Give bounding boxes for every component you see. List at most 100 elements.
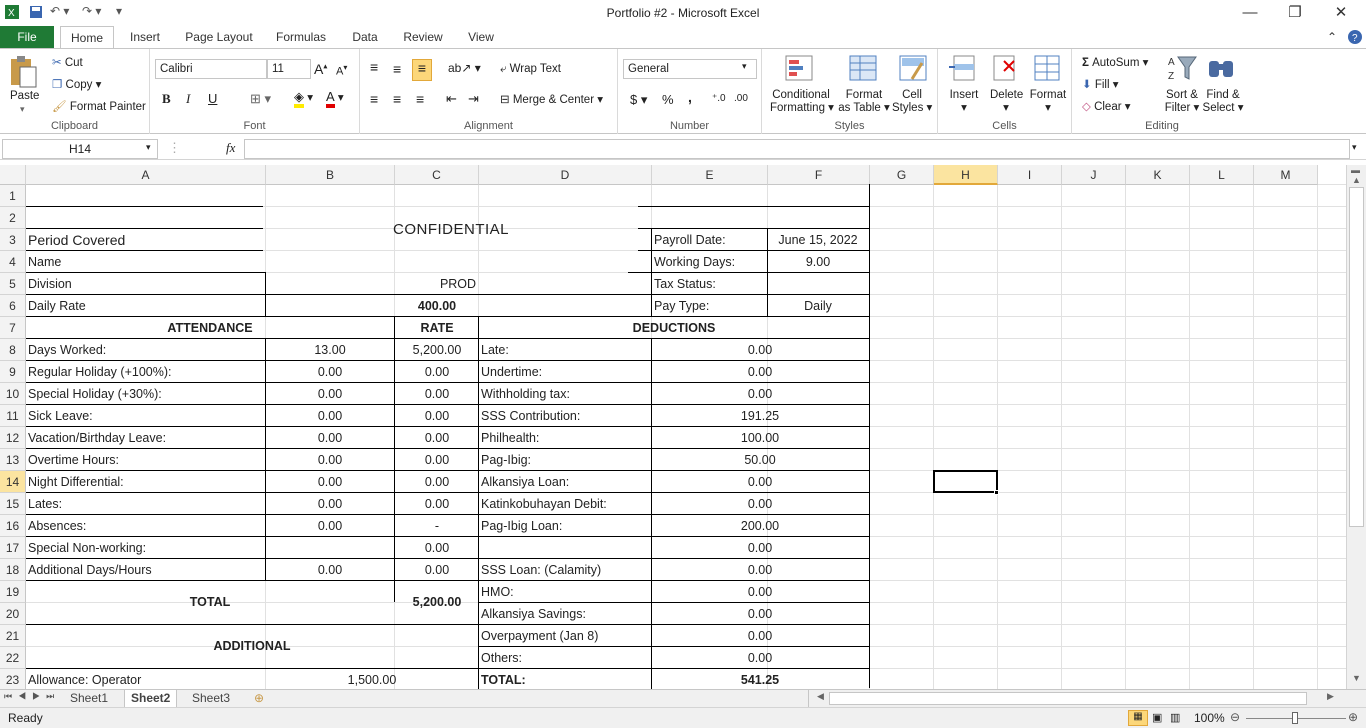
help-icon[interactable]: ? xyxy=(1346,26,1364,48)
cut-button[interactable]: ✂ Cut xyxy=(52,55,83,69)
cell[interactable]: Overtime Hours: xyxy=(28,450,264,471)
wrap-text-button[interactable]: ⤶ Wrap Text xyxy=(500,63,561,76)
align-center-icon[interactable]: ≡ xyxy=(393,91,401,107)
horizontal-scroll-thumb[interactable] xyxy=(829,692,1307,705)
spreadsheet-grid[interactable]: A B C D E F G H I J K L M 1 2 3 4 5 6 7 8 9 10 11 12 13 14 15 16 17 18… xyxy=(0,165,1346,689)
sheet-navigation-icons[interactable]: ⏮◀▶⏭ xyxy=(4,691,60,702)
column-header[interactable]: L xyxy=(1190,165,1254,185)
cell[interactable]: 191.25 xyxy=(652,406,868,427)
cell[interactable] xyxy=(266,538,394,559)
cell[interactable]: Late: xyxy=(481,340,651,361)
cell[interactable]: Absences: xyxy=(28,516,264,537)
tab-data[interactable]: Data xyxy=(344,26,386,48)
row-header[interactable]: 11 xyxy=(0,405,26,427)
row-header[interactable]: 23 xyxy=(0,669,26,689)
cell[interactable]: Sick Leave: xyxy=(28,406,264,427)
cell[interactable]: 5,200.00 xyxy=(395,592,479,613)
cell[interactable]: Vacation/Birthday Leave: xyxy=(28,428,264,449)
cell[interactable]: - xyxy=(395,516,479,537)
cell[interactable]: 0.00 xyxy=(652,648,868,669)
cell[interactable]: 0.00 xyxy=(395,472,479,493)
row-header[interactable]: 10 xyxy=(0,383,26,405)
cell[interactable]: Allowance: Operator xyxy=(28,670,264,689)
delete-cells-button[interactable]: Delete ▾ xyxy=(990,89,1023,115)
decrease-indent-icon[interactable]: ⇤ xyxy=(446,91,457,107)
tab-view[interactable]: View xyxy=(460,26,502,48)
expand-formula-bar-icon[interactable]: ▾ xyxy=(1352,142,1357,153)
column-header[interactable]: A xyxy=(26,165,266,185)
fill-button[interactable]: ⬇ Fill ▾ xyxy=(1082,77,1119,91)
cell[interactable]: 5,200.00 xyxy=(395,340,479,361)
decrease-decimal-icon[interactable]: .00 xyxy=(734,93,748,104)
cell[interactable]: 0.00 xyxy=(395,428,479,449)
cell[interactable]: Others: xyxy=(481,648,651,669)
cell[interactable]: Philhealth: xyxy=(481,428,651,449)
formula-input[interactable] xyxy=(244,139,1350,159)
number-format-dropdown-icon[interactable]: ▾ xyxy=(742,61,747,72)
cell[interactable]: CONFIDENTIAL xyxy=(266,219,636,240)
close-button[interactable]: ✕ xyxy=(1326,3,1356,23)
cell[interactable]: 0.00 xyxy=(652,384,868,405)
row-header[interactable]: 16 xyxy=(0,515,26,537)
scroll-left-icon[interactable]: ◀ xyxy=(817,691,824,702)
cell[interactable]: Days Worked: xyxy=(28,340,264,361)
scroll-down-icon[interactable]: ▼ xyxy=(1352,673,1361,683)
increase-indent-icon[interactable]: ⇥ xyxy=(468,91,479,107)
row-header[interactable]: 1 xyxy=(0,185,26,207)
collapse-ribbon-icon[interactable]: ⌃ xyxy=(1324,26,1340,48)
cell[interactable]: 0.00 xyxy=(652,560,868,581)
cell[interactable]: 0.00 xyxy=(266,494,394,515)
column-header[interactable]: H xyxy=(934,165,998,185)
cell[interactable]: Division xyxy=(28,274,264,295)
column-header[interactable]: J xyxy=(1062,165,1126,185)
conditional-formatting-button[interactable]: Conditional Formatting ▾ xyxy=(770,89,834,115)
zoom-level[interactable]: 100% xyxy=(1194,711,1225,725)
merge-center-button[interactable]: ⊟ Merge & Center ▾ xyxy=(500,92,603,106)
sheet-tab-3[interactable]: Sheet3 xyxy=(186,690,236,708)
row-header[interactable]: 9 xyxy=(0,361,26,383)
row-header[interactable]: 12 xyxy=(0,427,26,449)
align-right-icon[interactable]: ≡ xyxy=(416,91,424,107)
currency-button[interactable]: $ ▾ xyxy=(630,92,647,108)
format-cells-button[interactable]: Format ▾ xyxy=(1028,89,1068,115)
restore-button[interactable]: ❐ xyxy=(1280,3,1310,23)
row-header[interactable]: 21 xyxy=(0,625,26,647)
vertical-scrollbar[interactable]: ▬ ▲ ▼ xyxy=(1346,165,1366,689)
cell[interactable]: Night Differential: xyxy=(28,472,264,493)
cell[interactable]: Payroll Date: xyxy=(654,230,764,251)
insert-function-icon[interactable]: fx xyxy=(226,140,235,156)
cell[interactable]: Overpayment (Jan 8) xyxy=(481,626,651,647)
row-header[interactable]: 8 xyxy=(0,339,26,361)
zoom-in-icon[interactable]: ⊕ xyxy=(1348,710,1358,724)
cell-styles-icon[interactable] xyxy=(898,53,928,86)
increase-decimal-icon[interactable]: ⁺.0 xyxy=(712,93,726,104)
font-name-select[interactable]: Calibri xyxy=(155,59,267,79)
shrink-font-icon[interactable]: A▾ xyxy=(336,63,347,78)
align-top-icon[interactable]: ≡ xyxy=(370,59,378,75)
cell[interactable]: 0.00 xyxy=(266,472,394,493)
column-header[interactable]: F xyxy=(768,165,870,185)
sort-filter-icon[interactable]: AZ xyxy=(1168,53,1198,86)
delete-cells-icon[interactable] xyxy=(990,53,1020,86)
cell[interactable]: 1,500.00 xyxy=(266,670,478,689)
row-header[interactable]: 17 xyxy=(0,537,26,559)
row-header[interactable]: 7 xyxy=(0,317,26,339)
cell[interactable]: Name xyxy=(28,252,264,273)
insert-cells-button[interactable]: Insert ▾ xyxy=(948,89,980,115)
cell[interactable]: 0.00 xyxy=(266,406,394,427)
cell[interactable]: DEDUCTIONS xyxy=(479,318,869,339)
cell[interactable]: 400.00 xyxy=(395,296,479,317)
paste-icon[interactable] xyxy=(8,55,38,92)
cell[interactable]: June 15, 2022 xyxy=(768,230,868,251)
orientation-icon[interactable]: ab↗ ▾ xyxy=(448,61,481,75)
cell[interactable]: 0.00 xyxy=(395,384,479,405)
column-header[interactable]: I xyxy=(998,165,1062,185)
cell[interactable]: 0.00 xyxy=(266,516,394,537)
cell[interactable]: 13.00 xyxy=(266,340,394,361)
cell[interactable]: 0.00 xyxy=(652,362,868,383)
row-header[interactable]: 5 xyxy=(0,273,26,295)
split-box-icon[interactable]: ▬ xyxy=(1351,165,1360,175)
cell[interactable]: ADDITIONAL xyxy=(26,636,478,657)
column-header[interactable]: B xyxy=(266,165,395,185)
cell[interactable]: Lates: xyxy=(28,494,264,515)
